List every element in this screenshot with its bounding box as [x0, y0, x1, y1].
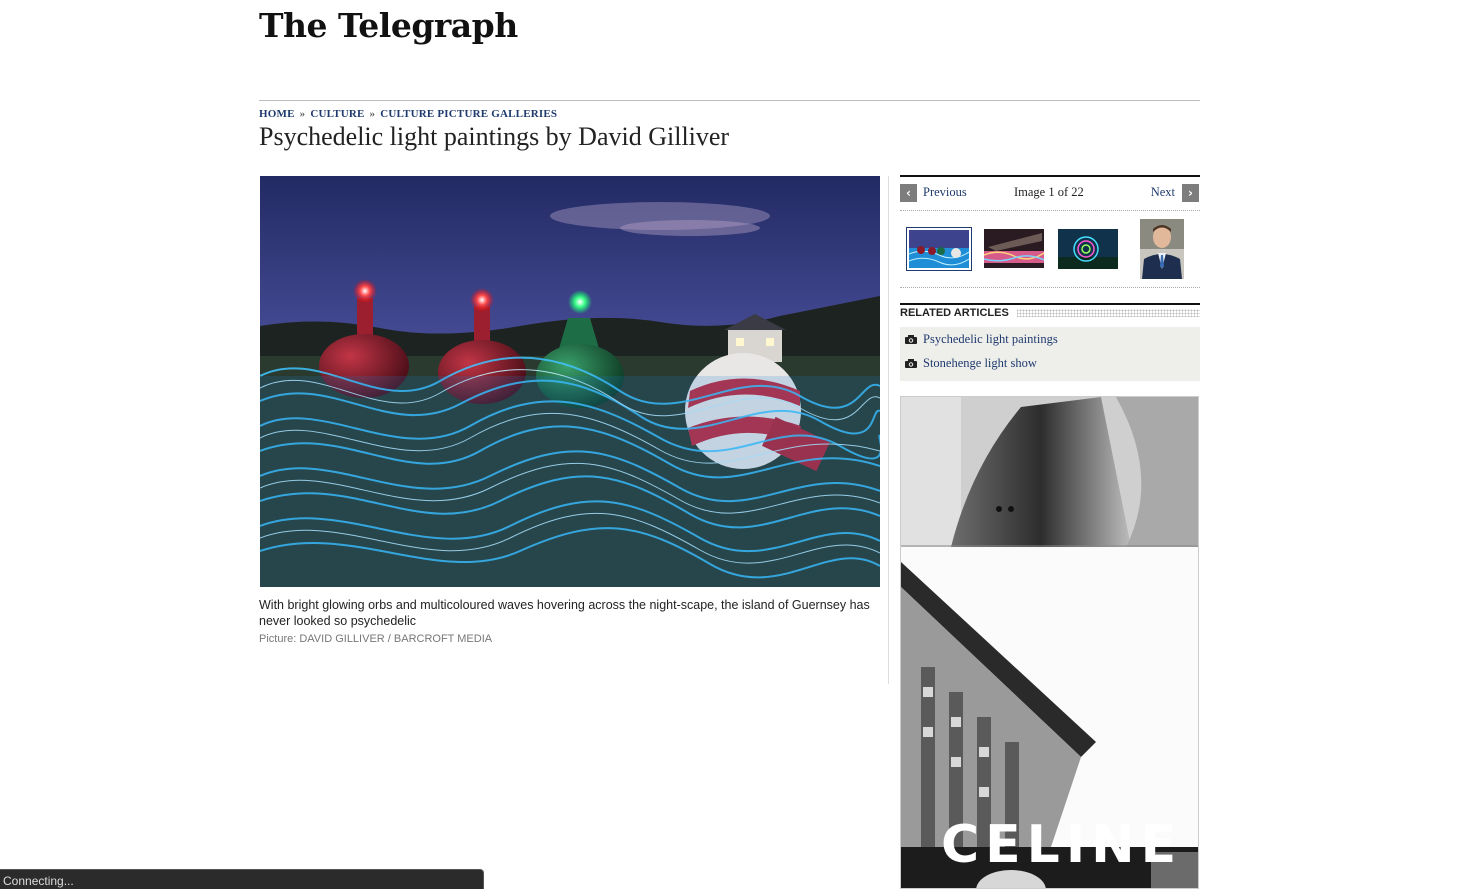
breadcrumb-separator: » [369, 108, 376, 120]
related-top-rule [900, 303, 1200, 305]
ad-brand-logo[interactable]: CELINE [941, 815, 1182, 875]
browser-status-bar: Connecting... [0, 869, 484, 889]
chevron-left-icon[interactable]: ‹ [900, 184, 917, 202]
gallery-divider [900, 210, 1200, 211]
next-link[interactable]: Next [1151, 185, 1175, 200]
thumbnail-divider [900, 287, 1200, 288]
breadcrumb-home[interactable]: HOME [259, 108, 295, 120]
camera-icon [905, 357, 917, 372]
gallery-top-rule [900, 175, 1200, 177]
related-article-item[interactable]: Psychedelic light paintings [905, 332, 1058, 350]
camera-icon [905, 333, 917, 348]
telegraph-logo[interactable]: The Telegraph [259, 6, 518, 45]
gallery-nav: ‹ Previous Image 1 of 22 Next › [900, 183, 1200, 205]
image-credit: Picture: DAVID GILLIVER / BARCROFT MEDIA [259, 633, 493, 645]
related-articles-header: RELATED ARTICLES [900, 307, 1200, 321]
related-article-link[interactable]: Psychedelic light paintings [923, 332, 1058, 346]
image-caption: With bright glowing orbs and multicolour… [259, 598, 870, 628]
related-article-item[interactable]: Stonehenge light show [905, 356, 1037, 374]
image-counter: Image 1 of 22 [1014, 185, 1084, 199]
gallery-thumbnail[interactable] [1058, 229, 1118, 269]
column-divider [888, 176, 889, 684]
related-articles-heading: RELATED ARTICLES [900, 307, 1017, 319]
related-article-link[interactable]: Stonehenge light show [923, 356, 1037, 370]
related-articles-list: Psychedelic light paintings Stonehenge l… [900, 327, 1200, 381]
gallery-main-image[interactable] [260, 176, 880, 587]
previous-link[interactable]: Previous [923, 185, 967, 200]
page-title: Psychedelic light paintings by David Gil… [259, 122, 730, 151]
breadcrumb-separator: » [299, 108, 306, 120]
chevron-right-icon[interactable]: › [1182, 184, 1199, 202]
advertisement[interactable]: CELINE [900, 396, 1199, 889]
breadcrumb: HOME » CULTURE » CULTURE PICTURE GALLERIES [259, 108, 557, 120]
header-rule [259, 100, 1200, 101]
author-thumbnail[interactable] [1140, 219, 1184, 279]
gallery-thumbnail[interactable] [906, 227, 972, 271]
gallery-thumbnail[interactable] [984, 229, 1044, 268]
breadcrumb-culture[interactable]: CULTURE [310, 108, 364, 120]
breadcrumb-picture-galleries[interactable]: CULTURE PICTURE GALLERIES [380, 108, 557, 120]
related-header-dots [1016, 309, 1200, 317]
